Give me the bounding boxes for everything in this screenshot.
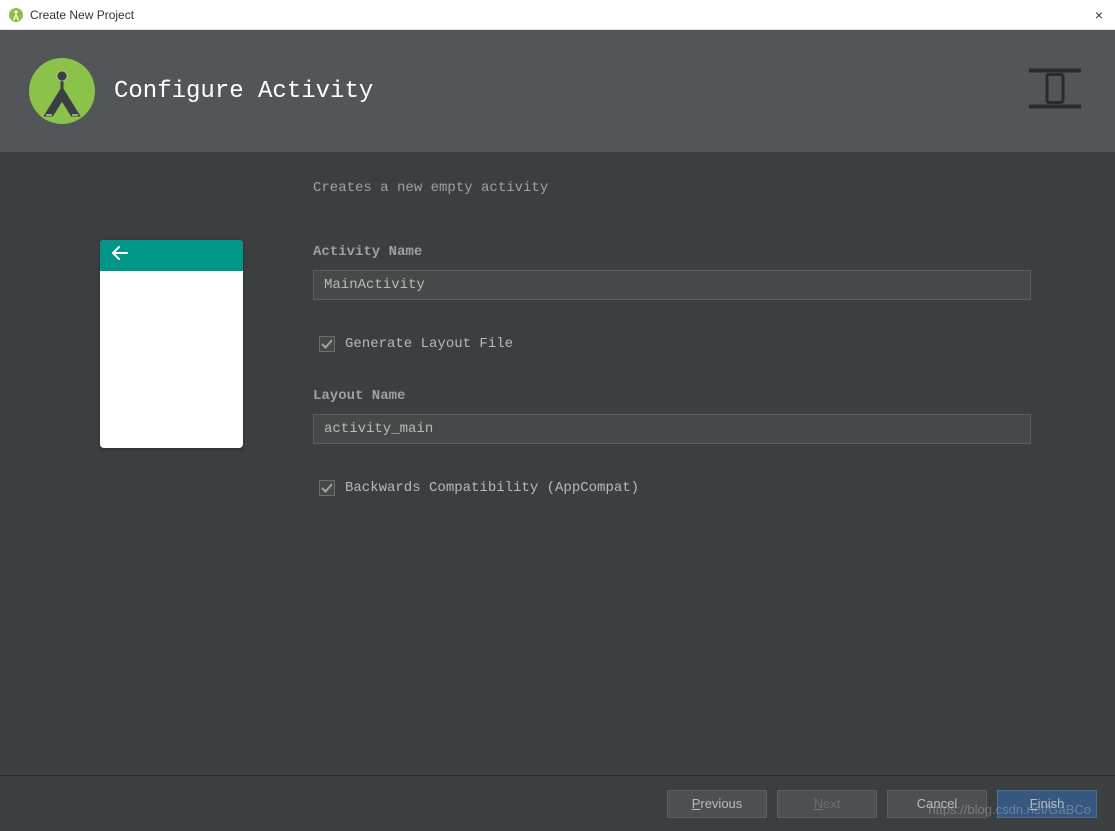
phone-preview — [100, 240, 243, 448]
generate-layout-label: Generate Layout File — [345, 336, 513, 352]
back-arrow-icon — [112, 246, 128, 265]
generate-layout-row: Generate Layout File — [319, 336, 1031, 352]
activity-name-input[interactable] — [313, 270, 1031, 300]
close-icon[interactable]: × — [1095, 7, 1103, 23]
window-body: Configure Activity Create — [0, 30, 1115, 831]
content-area: Creates a new empty activity Activity Na… — [0, 152, 1115, 775]
activity-name-label: Activity Name — [313, 244, 1031, 260]
finish-button[interactable]: Finish — [997, 790, 1097, 818]
android-studio-logo-icon — [28, 57, 96, 125]
page-title: Configure Activity — [114, 78, 373, 105]
form-panel: Creates a new empty activity Activity Na… — [313, 180, 1031, 775]
title-bar: Create New Project × — [0, 0, 1115, 30]
phone-topbar — [100, 240, 243, 271]
footer: Previous Next Cancel Finish https://blog… — [0, 775, 1115, 831]
generate-layout-checkbox[interactable] — [319, 336, 335, 352]
backwards-compat-checkbox[interactable] — [319, 480, 335, 496]
backwards-compat-row: Backwards Compatibility (AppCompat) — [319, 480, 1031, 496]
next-button[interactable]: Next — [777, 790, 877, 818]
form-description: Creates a new empty activity — [313, 180, 1031, 196]
previous-button[interactable]: Previous — [667, 790, 767, 818]
cancel-button[interactable]: Cancel — [887, 790, 987, 818]
layout-name-input[interactable] — [313, 414, 1031, 444]
backwards-compat-label: Backwards Compatibility (AppCompat) — [345, 480, 639, 496]
android-studio-icon — [8, 7, 24, 23]
layout-name-label: Layout Name — [313, 388, 1031, 404]
wizard-header: Configure Activity — [0, 30, 1115, 152]
preview-panel — [100, 180, 243, 775]
device-icon — [1027, 65, 1083, 118]
window-title: Create New Project — [30, 8, 134, 22]
